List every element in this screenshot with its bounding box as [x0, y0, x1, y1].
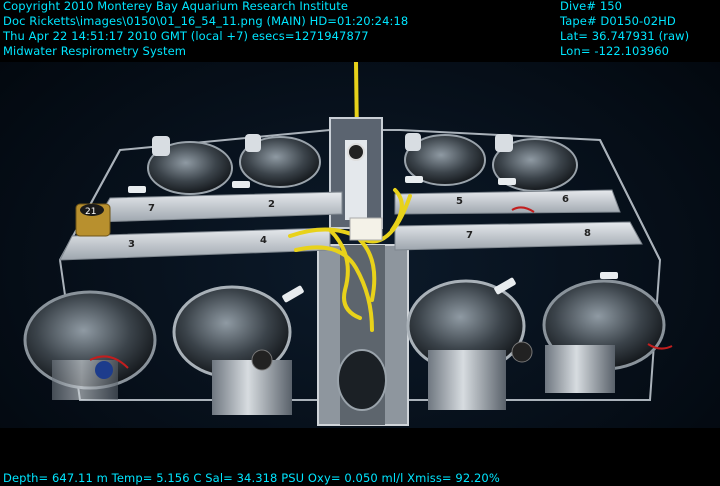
- chamber-number: 7: [466, 230, 473, 241]
- longitude: Lon= -122.103960: [560, 44, 670, 58]
- chamber-number: 5: [456, 196, 463, 207]
- timestamp-line: Thu Apr 22 14:51:17 2010 GMT (local +7) …: [3, 29, 369, 43]
- system-name-line: Midwater Respirometry System: [3, 44, 187, 58]
- chamber-number: 2: [268, 199, 275, 210]
- tag-number: 21: [85, 207, 96, 217]
- tag-marker: 21: [75, 203, 111, 237]
- float-block: [349, 217, 383, 241]
- chamber-number: 3: [128, 239, 135, 250]
- sensor-readout: Depth= 647.11 m Temp= 5.156 C Sal= 34.31…: [3, 471, 500, 485]
- video-frame: 7 2 5 6 3 4 7 8 21 Copyright 2010 Monter…: [0, 0, 720, 486]
- dive-number: Dive# 150: [560, 0, 623, 13]
- image-path-line: Doc Ricketts\images\0150\01_16_54_11.png…: [3, 14, 409, 28]
- respirometry-scene: 7 2 5 6 3 4 7 8 21: [0, 0, 720, 486]
- chamber-number: 6: [562, 194, 569, 205]
- overlay-top-right: Dive# 150 Tape# D0150-02HD Lat= 36.74793…: [560, 0, 689, 59]
- chamber-number: 7: [148, 203, 155, 214]
- chamber-number: 8: [584, 228, 591, 239]
- chamber-number: 4: [260, 235, 267, 246]
- overlay-top-left: Copyright 2010 Monterey Bay Aquarium Res…: [3, 0, 408, 59]
- latitude: Lat= 36.747931 (raw): [560, 29, 690, 43]
- copyright-line: Copyright 2010 Monterey Bay Aquarium Res…: [3, 0, 349, 13]
- tape-number: Tape# D0150-02HD: [560, 14, 676, 28]
